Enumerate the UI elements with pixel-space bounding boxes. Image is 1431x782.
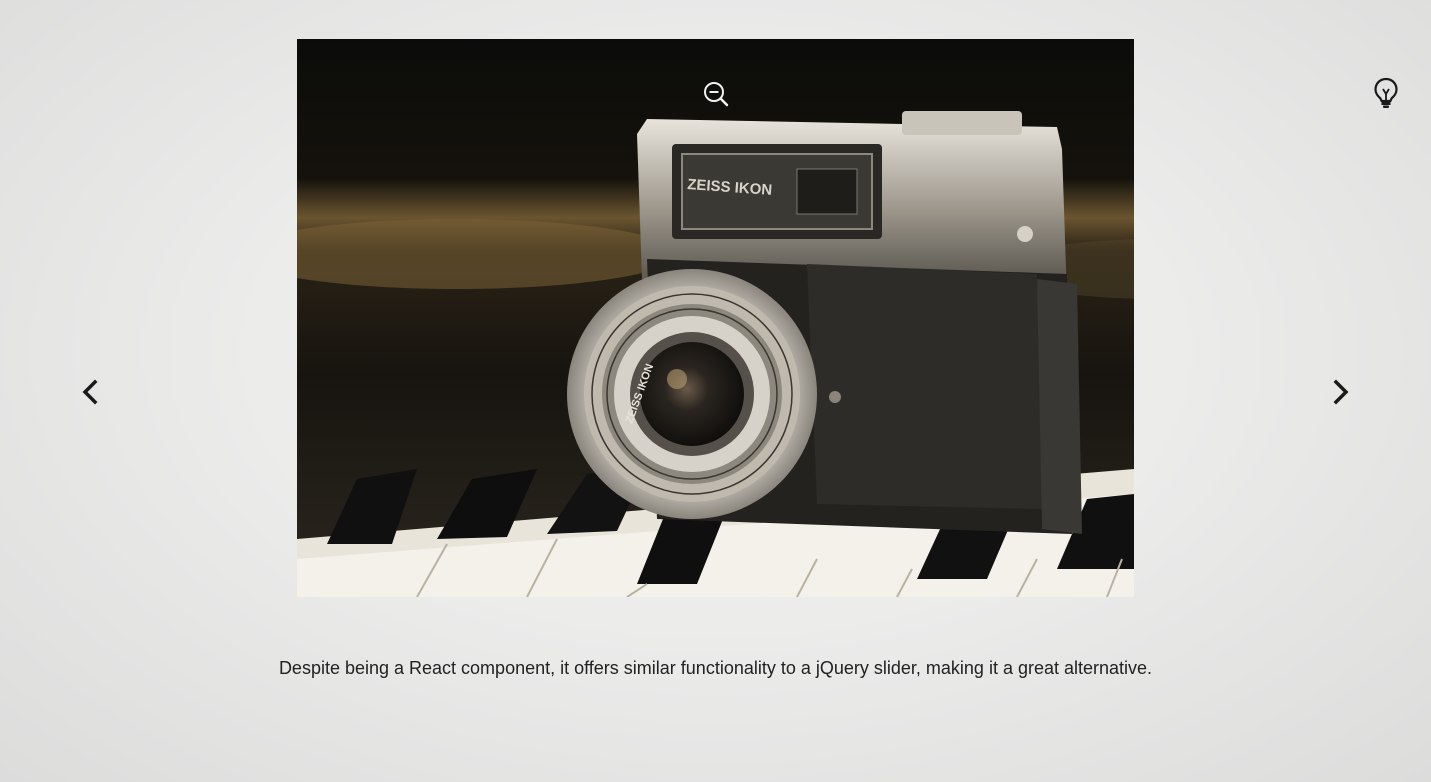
lightbulb-icon [1374,77,1398,108]
slide-caption: Despite being a React component, it offe… [278,658,1153,678]
camera-photo: ZEISS IKON ZEISS IKON [297,39,1134,597]
next-slide-button[interactable] [1323,372,1359,412]
chevron-right-icon [1333,379,1349,405]
zoom-out-button[interactable] [700,78,732,110]
zoom-out-icon [704,82,729,107]
slide-image[interactable]: ZEISS IKON ZEISS IKON [297,39,1134,597]
chevron-left-icon [82,379,98,405]
lightbulb-toggle-button[interactable] [1369,74,1403,112]
previous-slide-button[interactable] [72,372,108,412]
lightbox: ZEISS IKON ZEISS IKON Despite being a Re… [0,0,1431,782]
